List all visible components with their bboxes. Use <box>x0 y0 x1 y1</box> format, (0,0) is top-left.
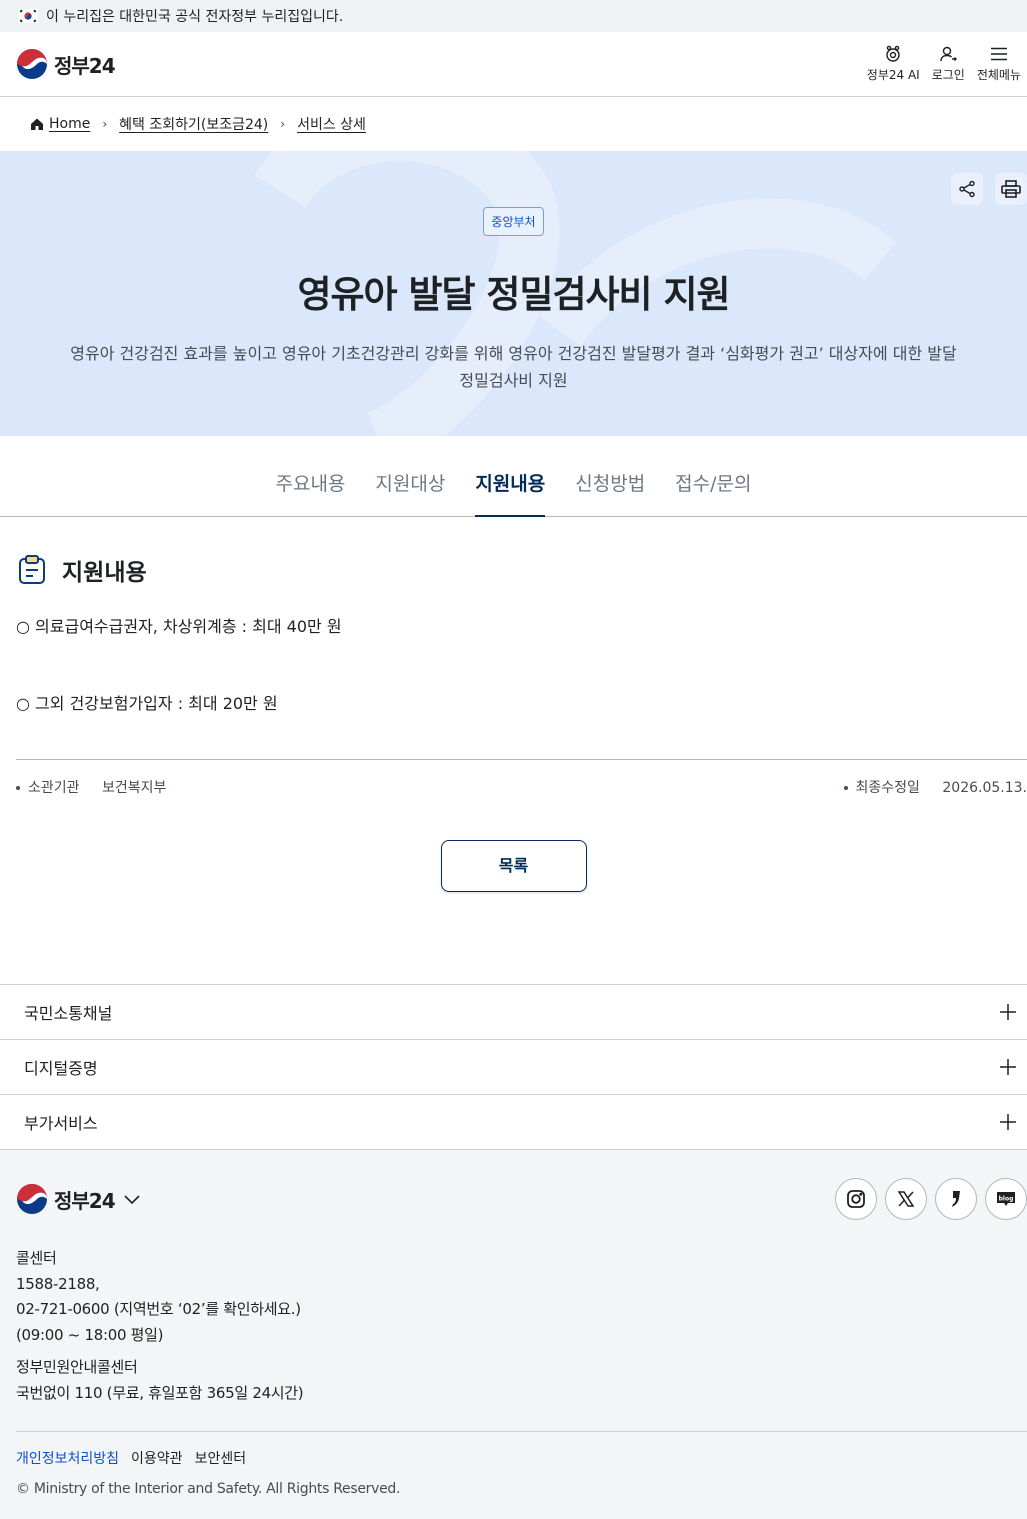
updated-value: 2026.05.13. <box>942 780 1027 796</box>
x-twitter-icon <box>897 1191 915 1207</box>
list-button[interactable]: 목록 <box>440 840 587 892</box>
agency-info: 소관기관 보건복지부 <box>16 777 166 797</box>
breadcrumb: Home › 혜택 조회하기(보조금24) › 서비스 상세 <box>0 97 1027 151</box>
tab-main-content[interactable]: 주요내용 <box>275 469 345 516</box>
tab-eligibility[interactable]: 지원대상 <box>375 469 445 516</box>
breadcrumb-benefit-link[interactable]: 혜택 조회하기(보조금24) <box>119 114 268 134</box>
footer-logo-dropdown[interactable]: 정부24 <box>16 1183 141 1215</box>
hero-tools <box>951 173 1027 205</box>
plus-icon <box>1000 1059 1016 1075</box>
service-description: 영유아 건강검진 효과를 높이고 영유아 기초건강관리 강화를 위해 영유아 건… <box>54 340 974 394</box>
copyright: © Ministry of the Interior and Safety. A… <box>16 1481 401 1497</box>
accordion-additional-services[interactable]: 부가서비스 <box>0 1094 1027 1149</box>
breadcrumb-home-link[interactable]: Home <box>49 116 90 132</box>
government-emblem-icon <box>17 49 47 79</box>
chevron-right-icon: › <box>102 117 108 131</box>
svg-text:blog: blog <box>999 1196 1014 1203</box>
callcenter-title: 콜센터 <box>16 1249 57 1267</box>
x-twitter-button[interactable] <box>885 1178 927 1220</box>
header-utilities: 정부24 AI 로그인 전체메뉴 <box>861 32 1027 96</box>
updated-info: 최종수정일 2026.05.13. <box>843 777 1027 797</box>
section-header: 지원내용 <box>18 553 1027 587</box>
site-logo[interactable]: 정부24 <box>16 48 116 80</box>
site-footer: 정부24 blog 콜센터 1588-2188, 02-721-0600 (지역… <box>0 1149 1027 1519</box>
blog-button[interactable]: blog <box>985 1178 1027 1220</box>
footer-top: 정부24 blog <box>16 1178 1027 1220</box>
accordion-label: 디지털증명 <box>24 1059 98 1078</box>
service-description-line2: 정밀검사비 지원 <box>459 371 568 390</box>
tab-application-method[interactable]: 신청방법 <box>575 469 645 516</box>
accordion-digital-certificate[interactable]: 디지털증명 <box>0 1039 1027 1094</box>
print-button[interactable] <box>995 173 1027 205</box>
hamburger-menu-icon <box>990 47 1007 61</box>
support-item: ○ 그외 건강보험가입자 : 최대 20만 원 <box>16 694 278 713</box>
footer-accordions: 국민소통채널 디지털증명 부가서비스 <box>0 984 1027 1149</box>
login-button[interactable]: 로그인 <box>926 32 971 96</box>
civil-callcenter-title: 정부민원안내콜센터 <box>16 1358 138 1376</box>
category-badge: 중앙부처 <box>483 207 544 236</box>
footer-links: 개인정보처리방침 이용약관 보안센터 <box>16 1431 1027 1468</box>
site-header: 정부24 정부24 AI 로그인 전체메뉴 <box>0 32 1027 97</box>
tab-support-content[interactable]: 지원내용 <box>475 469 545 517</box>
kakao-story-button[interactable] <box>935 1178 977 1220</box>
share-button[interactable] <box>951 173 983 205</box>
breadcrumb-current[interactable]: 서비스 상세 <box>297 114 366 134</box>
content-tabs: 주요내용 지원대상 지원내용 신청방법 접수/문의 <box>0 436 1027 517</box>
footer-logo-text: 정부24 <box>54 1188 116 1213</box>
service-title: 영유아 발달 정밀검사비 지원 <box>297 273 730 316</box>
print-icon <box>1001 180 1021 198</box>
user-login-icon <box>940 46 958 62</box>
sns-links: blog <box>835 1178 1027 1220</box>
plus-icon <box>1000 1114 1016 1130</box>
official-notice-bar: 이 누리집은 대한민국 공식 전자정부 누리집입니다. <box>0 0 1027 32</box>
tab-contact[interactable]: 접수/문의 <box>675 469 751 516</box>
list-button-wrap: 목록 <box>0 840 1027 892</box>
support-item: ○ 의료급여수급권자, 차상위계층 : 최대 40만 원 <box>16 617 342 636</box>
accordion-citizen-channel[interactable]: 국민소통채널 <box>0 984 1027 1039</box>
gov24-ai-label: 정부24 AI <box>866 68 920 82</box>
callcenter-hours: (09:00 ~ 18:00 평일) <box>16 1325 164 1344</box>
chevron-down-icon <box>124 1195 140 1205</box>
gov24-ai-button[interactable]: 정부24 AI <box>861 32 926 96</box>
all-menu-button[interactable]: 전체메뉴 <box>971 32 1027 96</box>
blog-icon: blog <box>997 1192 1015 1206</box>
service-description-line1: 영유아 건강검진 효과를 높이고 영유아 기초건강관리 강화를 위해 영유아 건… <box>70 344 957 363</box>
service-hero: 중앙부처 영유아 발달 정밀검사비 지원 영유아 건강검진 효과를 높이고 영유… <box>0 151 1027 436</box>
security-center-link[interactable]: 보안센터 <box>195 1448 247 1468</box>
accordion-label: 부가서비스 <box>24 1114 98 1133</box>
callcenter-number: 1588-2188, <box>16 1274 100 1293</box>
share-icon <box>959 180 975 198</box>
ai-robot-icon <box>886 45 900 62</box>
instagram-button[interactable] <box>835 1178 877 1220</box>
agency-value: 보건복지부 <box>101 780 167 796</box>
chevron-right-icon: › <box>280 117 286 131</box>
updated-label: 최종수정일 <box>855 780 920 796</box>
logo-text: 정부24 <box>54 53 116 78</box>
government-emblem-icon <box>17 1184 47 1214</box>
callcenter-number-2: 02-721-0600 (지역번호 ‘02’를 확인하세요.) <box>16 1300 301 1318</box>
instagram-icon <box>847 1190 865 1208</box>
service-meta: 소관기관 보건복지부 최종수정일 2026.05.13. <box>16 759 1027 814</box>
section-title: 지원내용 <box>62 560 147 586</box>
login-label: 로그인 <box>931 68 965 82</box>
clipboard-icon <box>19 555 45 584</box>
notice-text: 이 누리집은 대한민국 공식 전자정부 누리집입니다. <box>46 9 344 25</box>
kakao-story-icon <box>952 1191 960 1207</box>
all-menu-label: 전체메뉴 <box>976 68 1021 82</box>
korean-flag-icon <box>18 9 38 23</box>
accordion-label: 국민소통채널 <box>24 1004 113 1023</box>
agency-label: 소관기관 <box>28 780 80 796</box>
terms-link[interactable]: 이용약관 <box>131 1448 183 1468</box>
home-icon <box>31 118 43 130</box>
callcenter-info: 콜센터 1588-2188, 02-721-0600 (지역번호 ‘02’를 확… <box>16 1246 1027 1406</box>
plus-icon <box>1000 1004 1016 1020</box>
privacy-policy-link[interactable]: 개인정보처리방침 <box>16 1448 119 1468</box>
civil-callcenter-number: 국번없이 110 (무료, 휴일포함 365일 24시간) <box>16 1383 304 1402</box>
